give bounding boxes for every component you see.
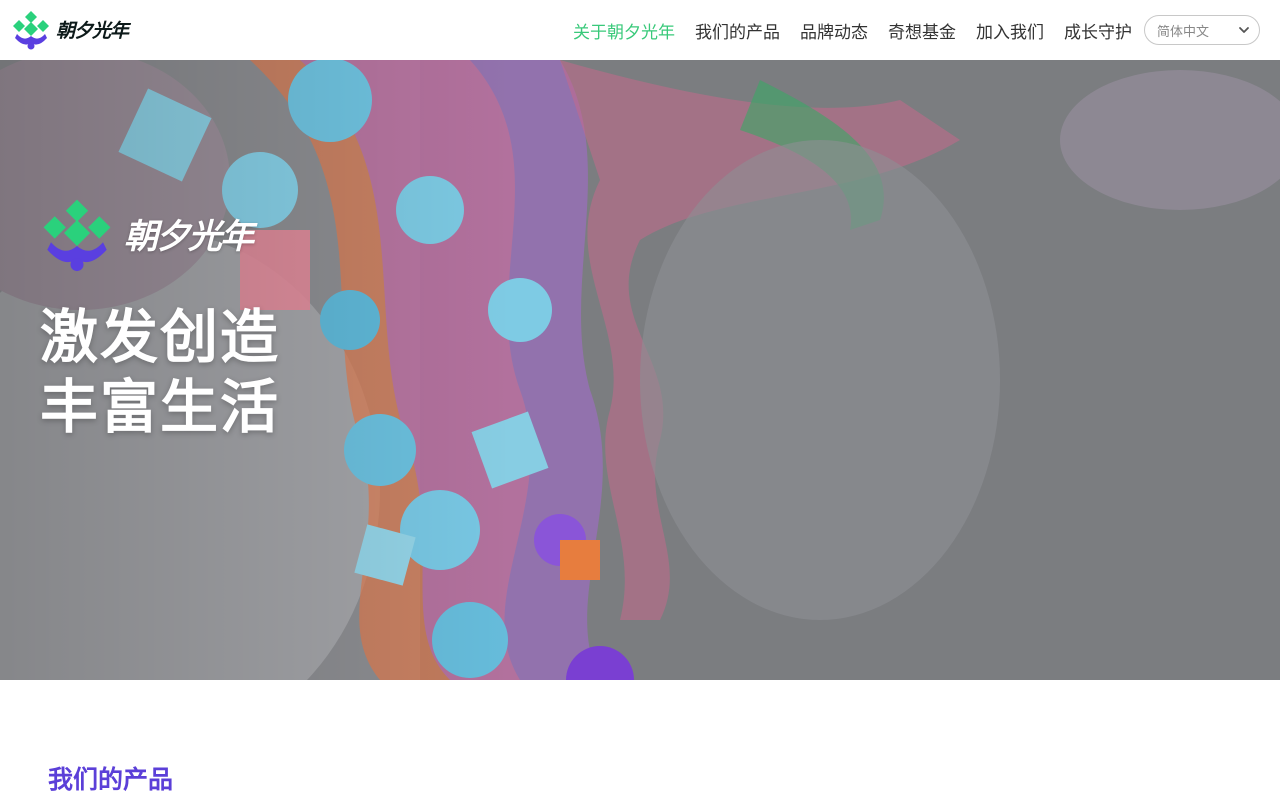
site-header: 朝夕光年 关于朝夕光年 我们的产品 品牌动态 奇想基金 加入我们 成长守护 简体…	[0, 0, 1280, 60]
zhaoxi-logo-icon	[13, 11, 49, 50]
hero-logo: 朝夕光年	[38, 194, 254, 272]
nav-join-us[interactable]: 加入我们	[976, 18, 1044, 43]
products-section-title: 我们的产品	[48, 765, 174, 794]
hero-banner: 朝夕光年 激发创造 丰富生活	[0, 60, 1280, 680]
main-nav: 关于朝夕光年 我们的产品 品牌动态 奇想基金 加入我们 成长守护	[553, 0, 1132, 60]
nav-growth-protection[interactable]: 成长守护	[1064, 18, 1132, 43]
language-selected-value: 简体中文	[1157, 24, 1210, 40]
nav-about[interactable]: 关于朝夕光年	[573, 18, 675, 43]
hero-headline-line-2: 丰富生活	[40, 373, 281, 441]
zhaoxi-logo-icon	[43, 199, 111, 272]
language-select[interactable]: 简体中文	[1144, 15, 1260, 45]
site-logo[interactable]: 朝夕光年	[10, 8, 129, 50]
chevron-down-icon	[1239, 27, 1249, 33]
logo-text: 朝夕光年	[56, 19, 129, 42]
nav-fund[interactable]: 奇想基金	[888, 18, 956, 43]
nav-news[interactable]: 品牌动态	[800, 18, 868, 43]
hero-logo-text: 朝夕光年	[124, 216, 254, 257]
nav-products[interactable]: 我们的产品	[695, 18, 780, 43]
